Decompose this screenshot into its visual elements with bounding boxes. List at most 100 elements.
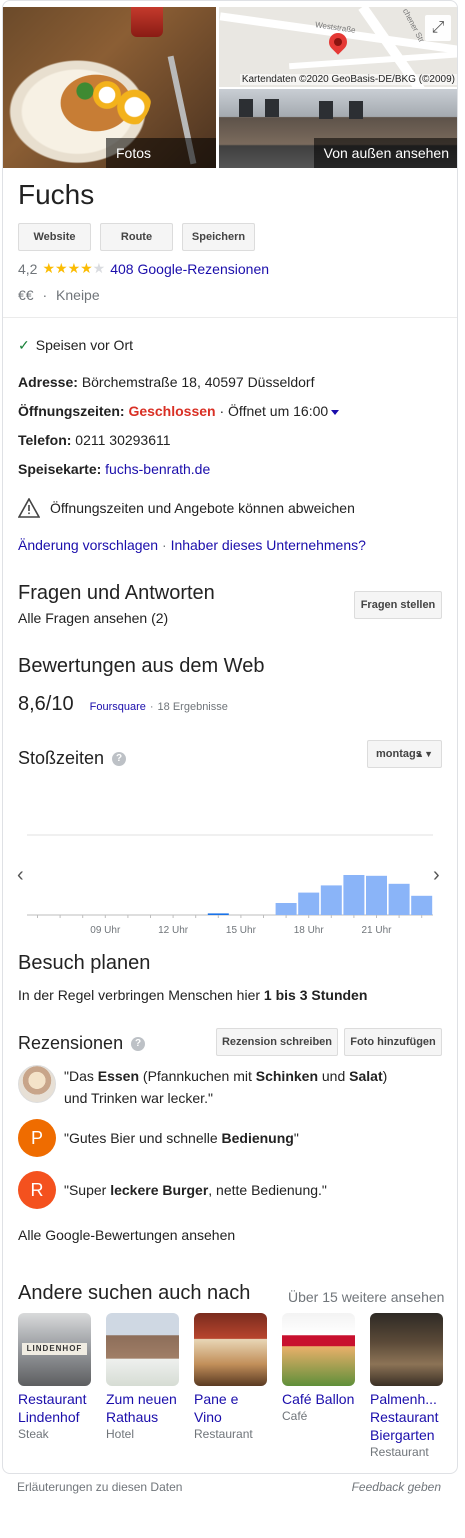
suggest-edit-link[interactable]: Änderung vorschlagen [18, 537, 158, 553]
write-review-button[interactable]: Rezension schreiben [216, 1028, 338, 1056]
route-button[interactable]: Route [100, 223, 173, 251]
visit-text-pre: In der Regel verbringen Menschen hier [18, 987, 264, 1003]
separator: · [42, 287, 48, 303]
menu-row: Speisekarte: fuchs-benrath.de [18, 461, 210, 477]
website-button[interactable]: Website [18, 223, 91, 251]
review-item: P "Gutes Bier und schnelle Bedienung" [18, 1119, 404, 1157]
data-explanation-link[interactable]: Erläuterungen zu diesen Daten [17, 1480, 182, 1494]
hero-images: Fotos ansehen Weststraße chener Str ⤢ Ka… [3, 1, 457, 168]
building-window [349, 101, 363, 119]
chart-bar[interactable] [275, 903, 297, 915]
menu-link[interactable]: fuchs-benrath.de [105, 461, 210, 477]
place-type: Café [282, 1409, 308, 1423]
chart-tick-label: 12 Uhr [158, 925, 189, 936]
add-photo-button[interactable]: Foto hinzufügen [344, 1028, 442, 1056]
ask-question-button[interactable]: Fragen stellen [354, 591, 442, 619]
photos-label[interactable]: Fotos ansehen [106, 138, 216, 168]
separator: · [158, 537, 171, 553]
outside-label[interactable]: Von außen ansehen [313, 138, 457, 168]
also-search-title: Andere suchen auch nach [18, 1282, 251, 1304]
address-row: Adresse: Börchemstraße 18, 40597 Düsseld… [18, 374, 315, 390]
review-highlight: Salat [349, 1068, 383, 1084]
rathaus-thumb[interactable] [106, 1313, 179, 1386]
reviews-link[interactable]: 408 Google-Rezensionen [110, 261, 269, 277]
lindenhof-thumb[interactable]: LINDENHOF [18, 1313, 91, 1386]
map-thumbnail[interactable]: Weststraße chener Str ⤢ Kartendaten ©202… [219, 7, 457, 87]
place-type: Restaurant [370, 1445, 429, 1459]
chevron-right-icon[interactable]: › [433, 864, 440, 887]
help-icon[interactable]: ? [112, 752, 127, 767]
warning-row: Öffnungszeiten und Angebote können abwei… [18, 498, 355, 518]
warning-icon [18, 498, 40, 518]
help-icon[interactable]: ? [131, 1037, 146, 1052]
map-road [289, 50, 457, 70]
foursquare-link[interactable]: Foursquare [90, 701, 146, 713]
street-view-photo[interactable]: Von außen ansehen [219, 89, 457, 168]
review-text-part: und [318, 1068, 350, 1084]
phone-value[interactable]: 0211 30293611 [75, 432, 170, 448]
visit-duration: 1 bis 3 Stunden [263, 987, 368, 1003]
warning-text: Öffnungszeiten und Angebote können abwei… [50, 500, 355, 516]
visit-text: In der Regel verbringen Menschen hier 1 … [18, 987, 367, 1003]
rating-value: 4,2 [18, 260, 38, 277]
lindenhof-sign: LINDENHOF [22, 1343, 87, 1355]
chart-bar[interactable] [298, 892, 320, 915]
plate-image [41, 59, 151, 139]
review-text-part: " [293, 1130, 299, 1146]
chevron-down-icon[interactable] [331, 409, 340, 415]
place-type: Steak [18, 1427, 49, 1441]
check-icon: ✓ [18, 337, 30, 353]
popular-times-title: Stoßzeiten [18, 748, 105, 768]
popular-times-chart: 09 Uhr 12 Uhr 15 Uhr 18 Uhr 21 Uhr [27, 834, 433, 936]
expand-icon[interactable]: ⤢ [425, 15, 451, 41]
qa-title: Fragen und Antworten [18, 582, 215, 604]
day-select[interactable]: montags ▲▼ [367, 740, 442, 768]
web-review-count: 18 Ergebnisse [157, 701, 228, 713]
all-questions-link[interactable]: Alle Fragen ansehen (2) [18, 610, 168, 626]
owner-link[interactable]: Inhaber dieses Unternehmens? [171, 537, 366, 553]
place-name[interactable]: Restaurant Lindenhof [18, 1390, 104, 1426]
review-highlight: leckere Burger [110, 1182, 209, 1198]
review-text: "Gutes Bier und schnelle Bedienung" [64, 1119, 404, 1157]
avatar [18, 1065, 56, 1103]
chevron-left-icon[interactable]: ‹ [17, 864, 24, 887]
save-button[interactable]: Speichern [182, 223, 255, 251]
review-highlight: Essen [97, 1068, 140, 1084]
hours-next: · Öffnet um 16:00 [219, 403, 329, 419]
place-name[interactable]: Zum neuen Rathaus [106, 1390, 192, 1426]
reviews-header: Rezensionen? [18, 1033, 146, 1054]
place-name[interactable]: Pane e Vino [194, 1390, 264, 1426]
phone-label: Telefon: [18, 432, 72, 448]
phone-row: Telefon: 0211 30293611 [18, 432, 171, 448]
food-photo[interactable]: Fotos ansehen [3, 7, 216, 168]
review-highlight: Bedienung [221, 1130, 294, 1146]
rating-row: 4,2 ★★★★★ 408 Google-Rezensionen [18, 260, 269, 277]
star-rating: ★★★★★ [42, 260, 105, 277]
chart-bar[interactable] [207, 913, 229, 915]
more-results-link[interactable]: Über 15 weitere ansehen [288, 1289, 444, 1305]
feedback-link[interactable]: Feedback geben [352, 1480, 441, 1494]
place-type: Restaurant [194, 1427, 253, 1441]
place-name[interactable]: Palmenh... Restaurant Biergarten [370, 1390, 450, 1444]
review-text-part: "Super [64, 1182, 111, 1198]
review-text-part: "Gutes Bier und schnelle [64, 1130, 222, 1146]
chart-bar[interactable] [320, 885, 342, 915]
chart-bar[interactable] [411, 895, 433, 915]
chart-bar[interactable] [343, 875, 365, 915]
avatar: P [18, 1119, 56, 1157]
cafe-ballon-thumb[interactable] [282, 1313, 355, 1386]
star-empty-icon: ★ [92, 260, 106, 276]
chart-bar[interactable] [366, 875, 387, 915]
pane-vino-thumb[interactable] [194, 1313, 267, 1386]
review-text-part: "Das [64, 1068, 98, 1084]
all-reviews-link[interactable]: Alle Google-Bewertungen ansehen [18, 1227, 235, 1243]
web-reviews-title: Bewertungen aus dem Web [18, 655, 265, 677]
dine-in-text: Speisen vor Ort [35, 337, 133, 353]
edit-row: Änderung vorschlagen · Inhaber dieses Un… [18, 537, 366, 553]
place-name[interactable]: Café Ballon [282, 1390, 368, 1408]
chart-bar[interactable] [388, 883, 410, 915]
visit-title: Besuch planen [18, 952, 151, 974]
building-window [319, 101, 333, 119]
palmenhaus-thumb[interactable] [370, 1313, 443, 1386]
hours-row[interactable]: Öffnungszeiten: Geschlossen · Öffnet um … [18, 403, 340, 419]
